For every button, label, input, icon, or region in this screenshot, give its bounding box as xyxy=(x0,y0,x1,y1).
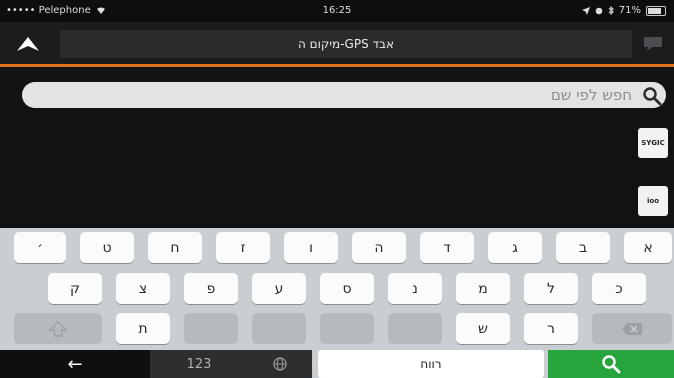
space-key[interactable]: רווח xyxy=(318,350,544,378)
search-input[interactable] xyxy=(22,82,666,108)
key-gimel[interactable]: ג xyxy=(488,232,542,263)
status-icons: 71% xyxy=(581,5,666,16)
battery-percent: 71% xyxy=(618,5,641,16)
search-icon xyxy=(643,87,662,106)
globe-icon xyxy=(273,357,287,371)
key-tav[interactable]: ת xyxy=(116,313,170,344)
clock: 16:25 xyxy=(322,5,352,16)
gps-status-title: מיקום ה-GPS אבד xyxy=(60,30,632,58)
left-arrow-icon: ← xyxy=(67,353,83,375)
numbers-key[interactable]: 123 xyxy=(150,350,248,378)
key-disabled xyxy=(320,313,374,344)
keyboard-bottom-bar: ← 123 רווח xyxy=(0,350,674,378)
key-samekh[interactable]: ס xyxy=(320,273,374,304)
key-pe[interactable]: פ xyxy=(184,273,238,304)
status-bar: ••••• Pelephone 16:25 71% xyxy=(0,0,674,22)
key-disabled xyxy=(184,313,238,344)
alarm-icon xyxy=(595,7,603,14)
language-key[interactable] xyxy=(248,350,312,378)
search-key[interactable] xyxy=(548,350,674,378)
speech-bubble-icon xyxy=(644,36,662,51)
header: מיקום ה-GPS אבד xyxy=(0,22,674,64)
key-kaf[interactable]: כ xyxy=(592,273,646,304)
key-tet[interactable]: ט xyxy=(80,232,134,263)
key-vav[interactable]: ו xyxy=(284,232,338,263)
key-ayin[interactable]: ע xyxy=(252,273,306,304)
messages-button[interactable] xyxy=(642,34,664,54)
navigate-button[interactable] xyxy=(14,30,42,58)
direction-key[interactable]: ← xyxy=(0,350,150,378)
key-he[interactable]: ה xyxy=(352,232,406,263)
key-lamed[interactable]: ל xyxy=(524,273,578,304)
backspace-key[interactable] xyxy=(592,313,672,344)
sygic-logo-icon[interactable]: SYGIC xyxy=(638,128,668,158)
key-het[interactable]: ח xyxy=(148,232,202,263)
key-mem[interactable]: מ xyxy=(456,273,510,304)
keyboard: ׳ ט ח ז ו ה ד ג ב א ק צ פ ע ס נ מ ל כ ת … xyxy=(0,228,674,378)
key-tsadi[interactable]: צ xyxy=(116,273,170,304)
key-resh[interactable]: ר xyxy=(524,313,578,344)
key-qof[interactable]: ק xyxy=(48,273,102,304)
backspace-icon xyxy=(622,322,642,335)
key-zayin[interactable]: ז xyxy=(216,232,270,263)
chevron-up-icon xyxy=(17,37,39,51)
shift-key[interactable] xyxy=(14,313,102,344)
key-alef[interactable]: א xyxy=(624,232,672,263)
location-arrow-icon xyxy=(581,6,590,15)
ioo-logo-icon[interactable]: ioo xyxy=(638,186,668,216)
bluetooth-icon xyxy=(608,6,614,15)
key-disabled xyxy=(252,313,306,344)
search-icon xyxy=(602,355,621,374)
key-bet[interactable]: ב xyxy=(556,232,610,263)
battery-icon xyxy=(646,5,666,16)
key-dalet[interactable]: ד xyxy=(420,232,474,263)
shift-icon xyxy=(49,320,67,337)
key-disabled xyxy=(388,313,442,344)
key-shin[interactable]: ש xyxy=(456,313,510,344)
search-bar xyxy=(0,67,674,122)
key-nun[interactable]: נ xyxy=(388,273,442,304)
key-geresh[interactable]: ׳ xyxy=(14,232,66,263)
results-list: SYGIC ioo xyxy=(0,122,674,228)
